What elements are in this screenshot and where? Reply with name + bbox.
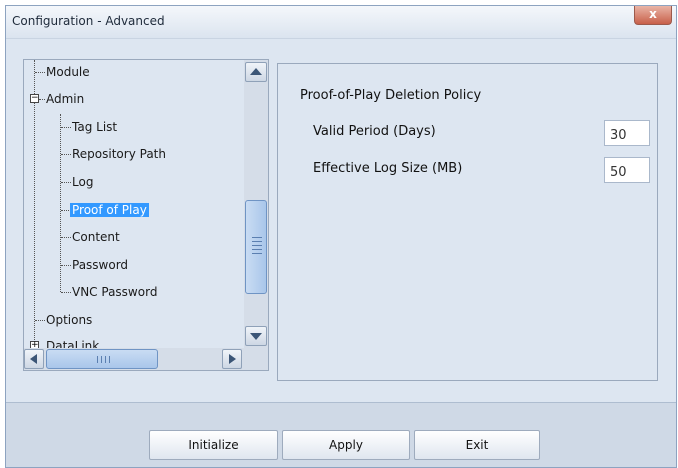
tree-item-content[interactable]: Content — [72, 227, 120, 247]
grip-line — [252, 245, 262, 246]
tree-connector — [35, 320, 45, 321]
tree-item-password[interactable]: Password — [72, 255, 128, 275]
tree-connector — [61, 292, 71, 293]
scroll-right-button[interactable] — [222, 349, 242, 369]
tree-connector — [61, 182, 71, 183]
button-bar: Initialize Apply Exit — [6, 403, 676, 467]
tree-connector — [61, 237, 71, 238]
effective-log-size-label: Effective Log Size (MB) — [313, 161, 463, 176]
grip-line — [252, 241, 262, 242]
tree-item-options[interactable]: Options — [46, 310, 92, 330]
tree-connector — [61, 154, 71, 155]
grip-line — [97, 356, 98, 363]
grip-line — [105, 356, 106, 363]
tree-item-log[interactable]: Log — [72, 172, 93, 192]
scroll-down-button[interactable] — [245, 326, 267, 346]
valid-period-input[interactable] — [604, 120, 650, 146]
proof-of-play-panel: Proof-of-Play Deletion Policy Valid Peri… — [277, 63, 658, 381]
grip-line — [252, 249, 262, 250]
grip-line — [109, 356, 110, 363]
dialog-body: Module − Admin Tag List Repository Path … — [6, 39, 676, 401]
arrow-down-icon — [250, 333, 262, 340]
tree-item-proof-of-play[interactable]: Proof of Play — [70, 200, 149, 220]
grip-line — [101, 356, 102, 363]
exit-button[interactable]: Exit — [414, 430, 540, 460]
tree-horizontal-scrollbar[interactable] — [24, 348, 244, 370]
grip-line — [252, 253, 262, 254]
tree-item-vnc-password[interactable]: VNC Password — [72, 282, 157, 302]
tree-connector — [61, 265, 71, 266]
initialize-button[interactable]: Initialize — [149, 430, 278, 460]
expand-icon[interactable]: + — [30, 341, 39, 348]
tree-item-admin[interactable]: Admin — [46, 89, 84, 109]
scrollbar-corner — [244, 348, 268, 370]
arrow-left-icon — [30, 354, 37, 364]
title-bar[interactable]: Configuration - Advanced x — [6, 6, 676, 39]
close-button[interactable]: x — [634, 6, 672, 25]
configuration-dialog: Configuration - Advanced x Module − Admi… — [5, 5, 677, 468]
arrow-right-icon — [229, 354, 236, 364]
grip-line — [252, 237, 262, 238]
tree-item-repository-path[interactable]: Repository Path — [72, 144, 166, 164]
scroll-up-button[interactable] — [245, 62, 267, 82]
horizontal-scroll-thumb[interactable] — [46, 349, 158, 369]
valid-period-label: Valid Period (Days) — [313, 124, 436, 139]
apply-button[interactable]: Apply — [282, 430, 410, 460]
collapse-icon[interactable]: − — [30, 94, 39, 103]
section-title: Proof-of-Play Deletion Policy — [300, 88, 482, 103]
tree-item-datalink[interactable]: DataLink — [46, 336, 99, 348]
tree-connector — [35, 72, 45, 73]
scroll-left-button[interactable] — [24, 349, 44, 369]
tree-connector — [61, 127, 71, 128]
effective-log-size-input[interactable] — [604, 157, 650, 183]
tree-connector — [39, 99, 45, 100]
tree-item-tag-list[interactable]: Tag List — [72, 117, 117, 137]
vertical-scroll-thumb[interactable] — [245, 200, 267, 294]
settings-tree: Module − Admin Tag List Repository Path … — [23, 59, 269, 371]
tree-vertical-scrollbar[interactable] — [244, 60, 268, 348]
tree-view: Module − Admin Tag List Repository Path … — [24, 60, 244, 348]
arrow-up-icon — [250, 68, 262, 75]
window-title: Configuration - Advanced — [12, 14, 165, 28]
tree-item-module[interactable]: Module — [46, 62, 90, 82]
